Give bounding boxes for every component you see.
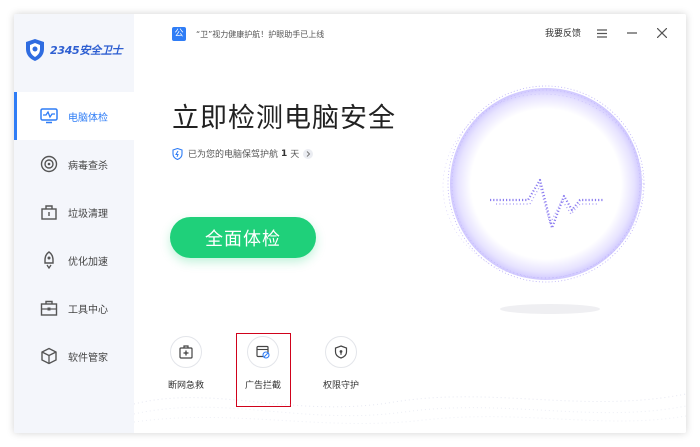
top-bar: 公 “卫”视力健康护航！护眼助手已上线 我要反馈 [134, 14, 686, 54]
shield-icon [334, 345, 348, 359]
package-icon [40, 347, 58, 365]
sidebar-item-speed-up[interactable]: 优化加速 [14, 236, 134, 284]
menu-button[interactable] [592, 22, 612, 44]
app-window: 2345安全卫士 电脑体检 病毒查杀 垃圾清理 优化加速 工具中心 软件管家 公… [14, 14, 686, 433]
notice-text: “卫”视力健康护航！护眼助手已上线 [196, 29, 325, 39]
protection-status[interactable]: 已为您的电脑保驾护航 1 天 [172, 147, 314, 160]
orb-shadow [500, 304, 600, 314]
close-button[interactable] [652, 22, 672, 44]
sidebar-item-label: 软件管家 [68, 352, 108, 364]
logo-text: 2345安全卫士 [50, 44, 123, 57]
sidebar-item-label: 垃圾清理 [68, 208, 108, 220]
page-title: 立即检测电脑安全 [172, 103, 396, 134]
heartbeat-orb-icon [442, 85, 645, 283]
sidebar-item-virus-scan[interactable]: 病毒查杀 [14, 140, 134, 188]
sidebar-nav: 电脑体检 病毒查杀 垃圾清理 优化加速 工具中心 软件管家 [14, 92, 134, 380]
sidebar-item-label: 病毒查杀 [68, 160, 108, 172]
shield-check-icon [172, 147, 183, 160]
sidebar-item-software-manager[interactable]: 软件管家 [14, 332, 134, 380]
sidebar-item-label: 电脑体检 [68, 112, 108, 124]
sidebar-item-junk-clean[interactable]: 垃圾清理 [14, 188, 134, 236]
sidebar-item-label: 优化加速 [68, 256, 108, 268]
sidebar-item-pc-checkup[interactable]: 电脑体检 [14, 92, 134, 140]
notice-badge: 公 [172, 27, 186, 41]
sidebar-item-tool-center[interactable]: 工具中心 [14, 284, 134, 332]
trash-icon [40, 203, 58, 221]
protection-days: 1 [281, 148, 288, 159]
minimize-button[interactable] [622, 22, 642, 44]
close-icon [657, 28, 667, 38]
minimize-icon [627, 32, 637, 34]
menu-icon [597, 28, 607, 38]
protection-unit: 天 [290, 150, 300, 160]
rocket-icon [40, 251, 58, 269]
main-panel: 公 “卫”视力健康护航！护眼助手已上线 我要反馈 立即检测电脑安全 已为您的电脑… [134, 14, 686, 433]
full-scan-button[interactable]: 全面体检 [170, 217, 316, 258]
protection-text: 已为您的电脑保驾护航 [188, 150, 279, 160]
sidebar: 2345安全卫士 电脑体检 病毒查杀 垃圾清理 优化加速 工具中心 软件管家 [14, 14, 134, 433]
target-icon [40, 155, 58, 173]
feedback-link[interactable]: 我要反馈 [545, 26, 581, 39]
monitor-icon [40, 107, 58, 125]
decorative-wave [134, 393, 686, 424]
sidebar-item-label: 工具中心 [68, 304, 108, 316]
toolbox-icon [40, 299, 58, 317]
shield-logo-icon [26, 39, 44, 61]
ad-block-icon [256, 345, 270, 359]
chevron-right-icon [303, 148, 314, 159]
first-aid-icon [179, 345, 193, 359]
app-logo: 2345安全卫士 [24, 38, 123, 62]
notice-banner[interactable]: 公 “卫”视力健康护航！护眼助手已上线 [172, 27, 324, 41]
